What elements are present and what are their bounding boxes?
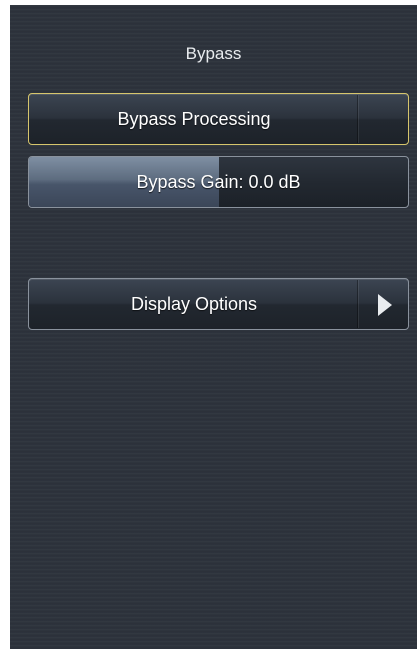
bypass-processing-label: Bypass Processing xyxy=(117,108,271,129)
display-options-label: Display Options xyxy=(130,293,258,314)
chevron-right-icon[interactable] xyxy=(378,294,392,316)
button-divider xyxy=(357,95,358,143)
button-divider xyxy=(357,280,358,328)
bypass-gain-slider[interactable]: Bypass Gain: 0.0 dB xyxy=(28,156,409,208)
bypass-processing-button[interactable]: Bypass Processing xyxy=(28,93,409,145)
bypass-panel: Bypass Bypass Processing Bypass Gain: 0.… xyxy=(10,5,417,649)
display-options-button[interactable]: Display Options xyxy=(28,278,409,330)
bypass-gain-label: Bypass Gain: 0.0 dB xyxy=(136,171,301,192)
panel-title: Bypass xyxy=(185,44,242,63)
